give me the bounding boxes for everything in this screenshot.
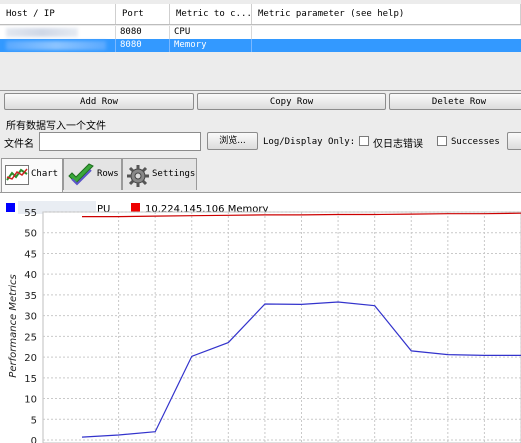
parameter-cell[interactable] — [252, 26, 521, 39]
column-header-metric[interactable]: Metric to c... — [170, 4, 252, 24]
column-header-host[interactable]: Host / IP — [0, 4, 116, 24]
tab-settings[interactable]: Settings — [122, 158, 197, 190]
y-tick-label: 25 — [24, 332, 37, 343]
metric-cell[interactable]: Memory — [170, 39, 252, 52]
tab-rows-label: Rows — [97, 169, 119, 179]
checkmark-icon — [68, 163, 94, 186]
log-display-label: Log/Display Only: — [263, 137, 356, 147]
y-axis-label: Performance Metrics — [8, 274, 19, 377]
file-name-label: 文件名 — [4, 139, 34, 150]
chart-panel: PU 10.224.145.106 Memory 0 5 10 15 20 25 30 35 40 4… — [0, 192, 521, 443]
y-tick-label: 15 — [24, 374, 37, 385]
y-tick-label: 45 — [24, 249, 37, 260]
column-header-parameter[interactable]: Metric parameter (see help) — [252, 4, 521, 24]
tab-rows[interactable]: Rows — [63, 158, 122, 190]
plot-area — [42, 211, 521, 443]
copy-row-button[interactable]: Copy Row — [197, 93, 386, 110]
y-tick-label: 55 — [24, 208, 37, 219]
y-tick-label: 50 — [24, 229, 37, 240]
port-cell[interactable]: 8080 — [116, 39, 170, 52]
chart-icon — [5, 165, 29, 185]
gear-icon — [127, 165, 149, 187]
y-tick-label: 35 — [24, 291, 37, 302]
successes-label: Successes — [451, 137, 500, 147]
configure-button[interactable] — [507, 132, 521, 150]
y-tick-label: 40 — [24, 270, 37, 281]
tab-settings-label: Settings — [152, 169, 196, 179]
redacted-host — [6, 41, 106, 50]
metrics-table: Host / IP Port Metric to c... Metric par… — [0, 0, 521, 91]
y-tick-label: 10 — [24, 395, 37, 406]
y-tick-label: 5 — [31, 415, 37, 426]
add-row-button[interactable]: Add Row — [4, 93, 194, 110]
errors-only-label: 仅日志错误 — [373, 139, 423, 150]
browse-button[interactable]: 浏览... — [207, 132, 258, 150]
file-name-input[interactable] — [39, 132, 201, 151]
port-cell[interactable]: 8080 — [116, 26, 170, 39]
metric-cell[interactable]: CPU — [170, 26, 252, 39]
performance-chart: PU 10.224.145.106 Memory05101520253035404… — [6, 201, 521, 443]
y-tick-label: 20 — [24, 353, 37, 364]
successes-checkbox[interactable] — [437, 136, 447, 146]
tab-chart[interactable]: Chart — [1, 158, 63, 192]
errors-only-checkbox[interactable] — [359, 136, 369, 146]
parameter-cell[interactable] — [252, 39, 521, 52]
y-tick-label: 30 — [24, 312, 37, 323]
table-row[interactable]: 8080 Memory — [0, 39, 521, 52]
tab-chart-label: Chart — [31, 169, 59, 179]
delete-row-button[interactable]: Delete Row — [389, 93, 521, 110]
redacted-host — [6, 28, 78, 37]
file-section-title: 所有数据写入一个文件 — [6, 121, 106, 132]
legend-swatch — [131, 203, 140, 212]
legend-swatch — [6, 203, 15, 212]
table-row[interactable]: 8080 CPU — [0, 26, 521, 39]
column-header-port[interactable]: Port — [116, 4, 170, 24]
